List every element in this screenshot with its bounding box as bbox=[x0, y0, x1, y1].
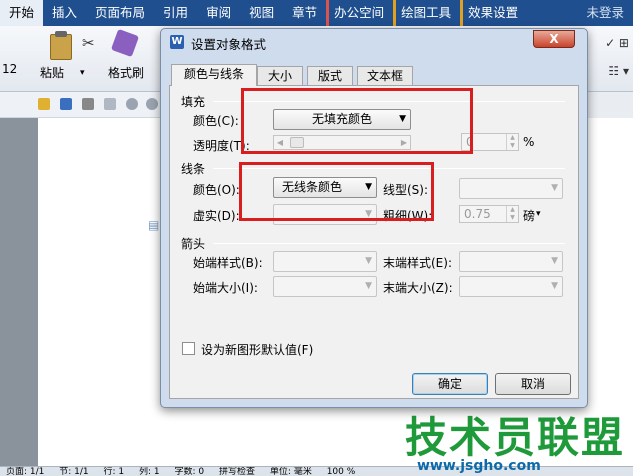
begin-size-dropdown[interactable]: ▼ bbox=[273, 276, 377, 297]
tab-review[interactable]: 审阅 bbox=[197, 0, 240, 26]
dialog-title: 设置对象格式 bbox=[191, 37, 267, 52]
print-preview-icon[interactable] bbox=[104, 98, 116, 110]
arrows-section-heading: 箭头 bbox=[181, 237, 206, 251]
fill-section-heading: 填充 bbox=[181, 95, 206, 109]
chevron-down-icon: ▼ bbox=[551, 183, 558, 193]
set-as-default-checkbox[interactable] bbox=[182, 342, 195, 355]
highlight-line-color bbox=[239, 162, 434, 221]
status-spell-check[interactable]: 拼写检查 bbox=[213, 467, 261, 476]
status-zoom[interactable]: 100 % bbox=[321, 467, 362, 476]
format-painter-icon[interactable] bbox=[110, 28, 140, 58]
menu-bar: 开始 插入 页面布局 引用 审阅 视图 章节 办公空间 绘图工具 效果设置 未登… bbox=[0, 0, 633, 26]
format-object-dialog: W 设置对象格式 X 颜色与线条 大小 版式 文本框 填充 颜色(C): 无填充… bbox=[160, 28, 588, 408]
end-style-dropdown[interactable]: ▼ bbox=[459, 251, 563, 272]
tab-page-layout[interactable]: 页面布局 bbox=[86, 0, 154, 26]
status-row: 行: 1 bbox=[103, 467, 125, 476]
spinner-arrows-icon[interactable]: ▲ ▼ bbox=[506, 134, 518, 150]
unit-dropdown-icon[interactable]: ▾ bbox=[536, 209, 541, 219]
redo-icon[interactable] bbox=[146, 98, 158, 110]
tab-references[interactable]: 引用 bbox=[154, 0, 197, 26]
wps-writer-icon: W bbox=[170, 35, 184, 49]
tab-office-space[interactable]: 办公空间 bbox=[326, 0, 393, 26]
paste-icon[interactable] bbox=[50, 31, 72, 60]
status-page: 页面: 1/1 bbox=[6, 467, 45, 476]
save-icon[interactable] bbox=[60, 98, 72, 110]
print-icon[interactable] bbox=[82, 98, 94, 110]
tab-text-box[interactable]: 文本框 bbox=[357, 66, 413, 86]
ribbon-right-tools-icon-2[interactable]: ☷ ▾ bbox=[608, 64, 629, 78]
line-weight-spinner[interactable]: 0.75 ▲ ▼ bbox=[459, 205, 519, 223]
watermark-title: 技术员联盟 bbox=[405, 413, 626, 462]
fill-color-label: 颜色(C): bbox=[193, 114, 239, 128]
line-section-heading: 线条 bbox=[181, 162, 206, 176]
end-size-dropdown[interactable]: ▼ bbox=[459, 276, 563, 297]
watermark-url: www.jsgho.com bbox=[417, 458, 541, 474]
tab-drawing-tools[interactable]: 绘图工具 bbox=[393, 0, 460, 26]
ribbon-right-tools-icon[interactable]: ✓ ⊞ bbox=[605, 36, 629, 50]
quick-access-toolbar bbox=[0, 92, 160, 118]
paste-dropdown-icon[interactable]: ▾ bbox=[80, 68, 85, 78]
close-button[interactable]: X bbox=[533, 30, 575, 48]
paste-button[interactable]: 粘贴 bbox=[40, 64, 64, 81]
line-weight-value: 0.75 bbox=[464, 207, 491, 221]
font-size-fragment: 12 bbox=[2, 62, 18, 76]
transparency-percent: % bbox=[523, 135, 535, 149]
chevron-down-icon: ▼ bbox=[365, 256, 372, 266]
tab-section[interactable]: 章节 bbox=[283, 0, 326, 26]
undo-icon[interactable] bbox=[126, 98, 138, 110]
tab-effect-settings[interactable]: 效果设置 bbox=[460, 0, 527, 26]
tab-colors-and-lines[interactable]: 颜色与线条 bbox=[171, 64, 257, 86]
line-weight-unit: 磅 bbox=[523, 209, 536, 223]
status-unit[interactable]: 单位: 毫米 bbox=[264, 467, 318, 476]
arrows-divider bbox=[213, 243, 565, 244]
cancel-button[interactable]: 取消 bbox=[495, 373, 571, 395]
status-word-count: 字数: 0 bbox=[174, 467, 205, 476]
dash-label: 虚实(D): bbox=[193, 209, 240, 223]
tab-home[interactable]: 开始 bbox=[0, 0, 44, 26]
open-icon[interactable] bbox=[38, 98, 50, 110]
tab-layout[interactable]: 版式 bbox=[307, 66, 353, 86]
begin-style-dropdown[interactable]: ▼ bbox=[273, 251, 377, 272]
tab-view[interactable]: 视图 bbox=[240, 0, 283, 26]
status-column: 列: 1 bbox=[139, 467, 160, 476]
dialog-titlebar[interactable]: W 设置对象格式 X bbox=[161, 29, 587, 55]
end-style-label: 末端样式(E): bbox=[383, 256, 452, 270]
status-section: 节: 1/1 bbox=[59, 467, 89, 476]
watermark-logo: 技术员联盟 www.jsgho.com bbox=[405, 404, 630, 476]
format-painter-button[interactable]: 格式刷 bbox=[108, 64, 144, 81]
end-size-label: 末端大小(Z): bbox=[383, 281, 453, 295]
line-color-label: 颜色(O): bbox=[193, 183, 240, 197]
line-style-dropdown[interactable]: ▼ bbox=[459, 178, 563, 199]
spinner-arrows-icon[interactable]: ▲ ▼ bbox=[506, 206, 518, 222]
highlight-fill-color bbox=[241, 88, 473, 154]
set-as-default-label: 设为新图形默认值(F) bbox=[201, 343, 314, 357]
tab-size[interactable]: 大小 bbox=[257, 66, 303, 86]
login-status[interactable]: 未登录 bbox=[577, 0, 633, 26]
begin-size-label: 始端大小(I): bbox=[193, 281, 258, 295]
chevron-down-icon: ▼ bbox=[551, 281, 558, 291]
begin-style-label: 始端样式(B): bbox=[193, 256, 263, 270]
ok-button[interactable]: 确定 bbox=[412, 373, 488, 395]
cut-icon[interactable]: ✂ bbox=[82, 34, 95, 52]
tab-insert[interactable]: 插入 bbox=[43, 0, 86, 26]
chevron-down-icon: ▼ bbox=[551, 256, 558, 266]
chevron-down-icon: ▼ bbox=[365, 281, 372, 291]
